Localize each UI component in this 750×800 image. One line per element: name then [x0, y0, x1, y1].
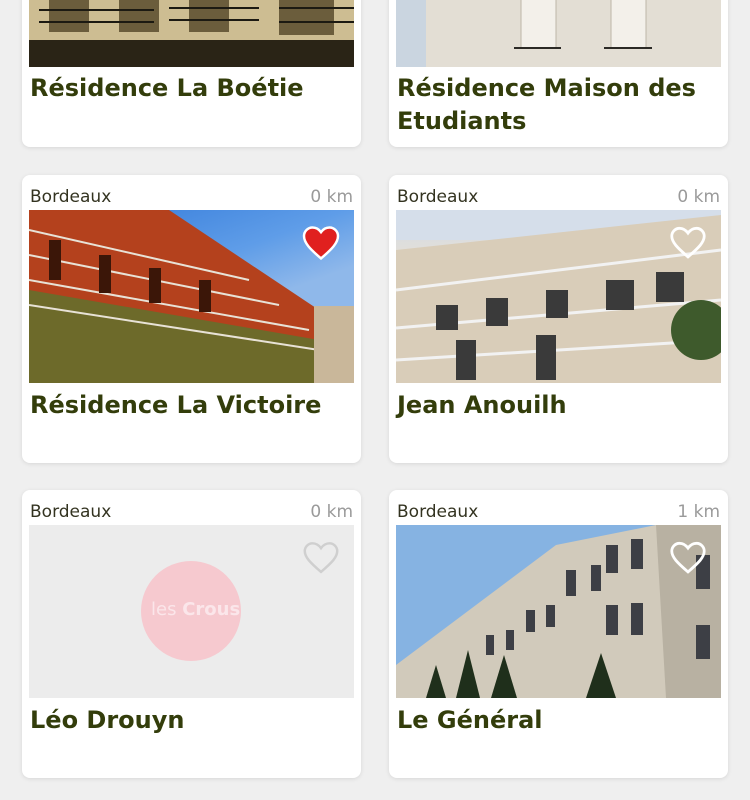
residence-photo: [29, 0, 354, 67]
city-label: Bordeaux: [30, 502, 112, 522]
heart-outline-icon[interactable]: [669, 541, 707, 575]
residence-name: Jean Anouilh: [397, 391, 567, 419]
card-header: Bordeaux 0 km: [22, 490, 361, 525]
city-label: Bordeaux: [30, 187, 112, 207]
distance-label: 0 km: [677, 187, 720, 207]
residence-card[interactable]: Résidence La Boétie: [22, 0, 361, 147]
card-header: Bordeaux 0 km: [22, 175, 361, 210]
residence-photo: [396, 525, 721, 698]
city-label: Bordeaux: [397, 502, 479, 522]
distance-label: 1 km: [677, 502, 720, 522]
residence-photo: [29, 210, 354, 383]
city-label: Bordeaux: [397, 187, 479, 207]
residence-name: Le Général: [397, 706, 543, 734]
residence-name: Résidence La Victoire: [30, 391, 322, 419]
distance-label: 0 km: [310, 187, 353, 207]
residence-name: Léo Drouyn: [30, 706, 185, 734]
residence-photo: [396, 210, 721, 383]
card-header: Bordeaux 1 km: [389, 490, 728, 525]
residence-card[interactable]: Bordeaux 0 km les Crous Léo Drouyn: [22, 490, 361, 778]
residence-card[interactable]: Résidence Maison des Etudiants: [389, 0, 728, 147]
heart-outline-icon[interactable]: [302, 541, 340, 575]
heart-outline-icon[interactable]: [669, 226, 707, 260]
residence-card[interactable]: Bordeaux 0 km Jean Anouilh: [389, 175, 728, 463]
residence-card[interactable]: Bordeaux 0 km Résidence La Victoire: [22, 175, 361, 463]
distance-label: 0 km: [310, 502, 353, 522]
heart-filled-icon[interactable]: [302, 226, 340, 260]
residence-name: Résidence La Boétie: [30, 74, 304, 102]
crous-logo: les Crous: [141, 561, 241, 661]
card-header: Bordeaux 0 km: [389, 175, 728, 210]
crous-logo-text-bold: Crous: [182, 599, 241, 620]
crous-logo-text-light: les: [151, 599, 183, 620]
building-illustration: [29, 0, 354, 67]
residence-card[interactable]: Bordeaux 1 km Le Général: [389, 490, 728, 778]
placeholder-photo: les Crous: [29, 525, 354, 698]
residence-photo: [396, 0, 721, 67]
residence-name: Résidence Maison des Etudiants: [397, 74, 696, 135]
building-illustration: [396, 0, 721, 67]
